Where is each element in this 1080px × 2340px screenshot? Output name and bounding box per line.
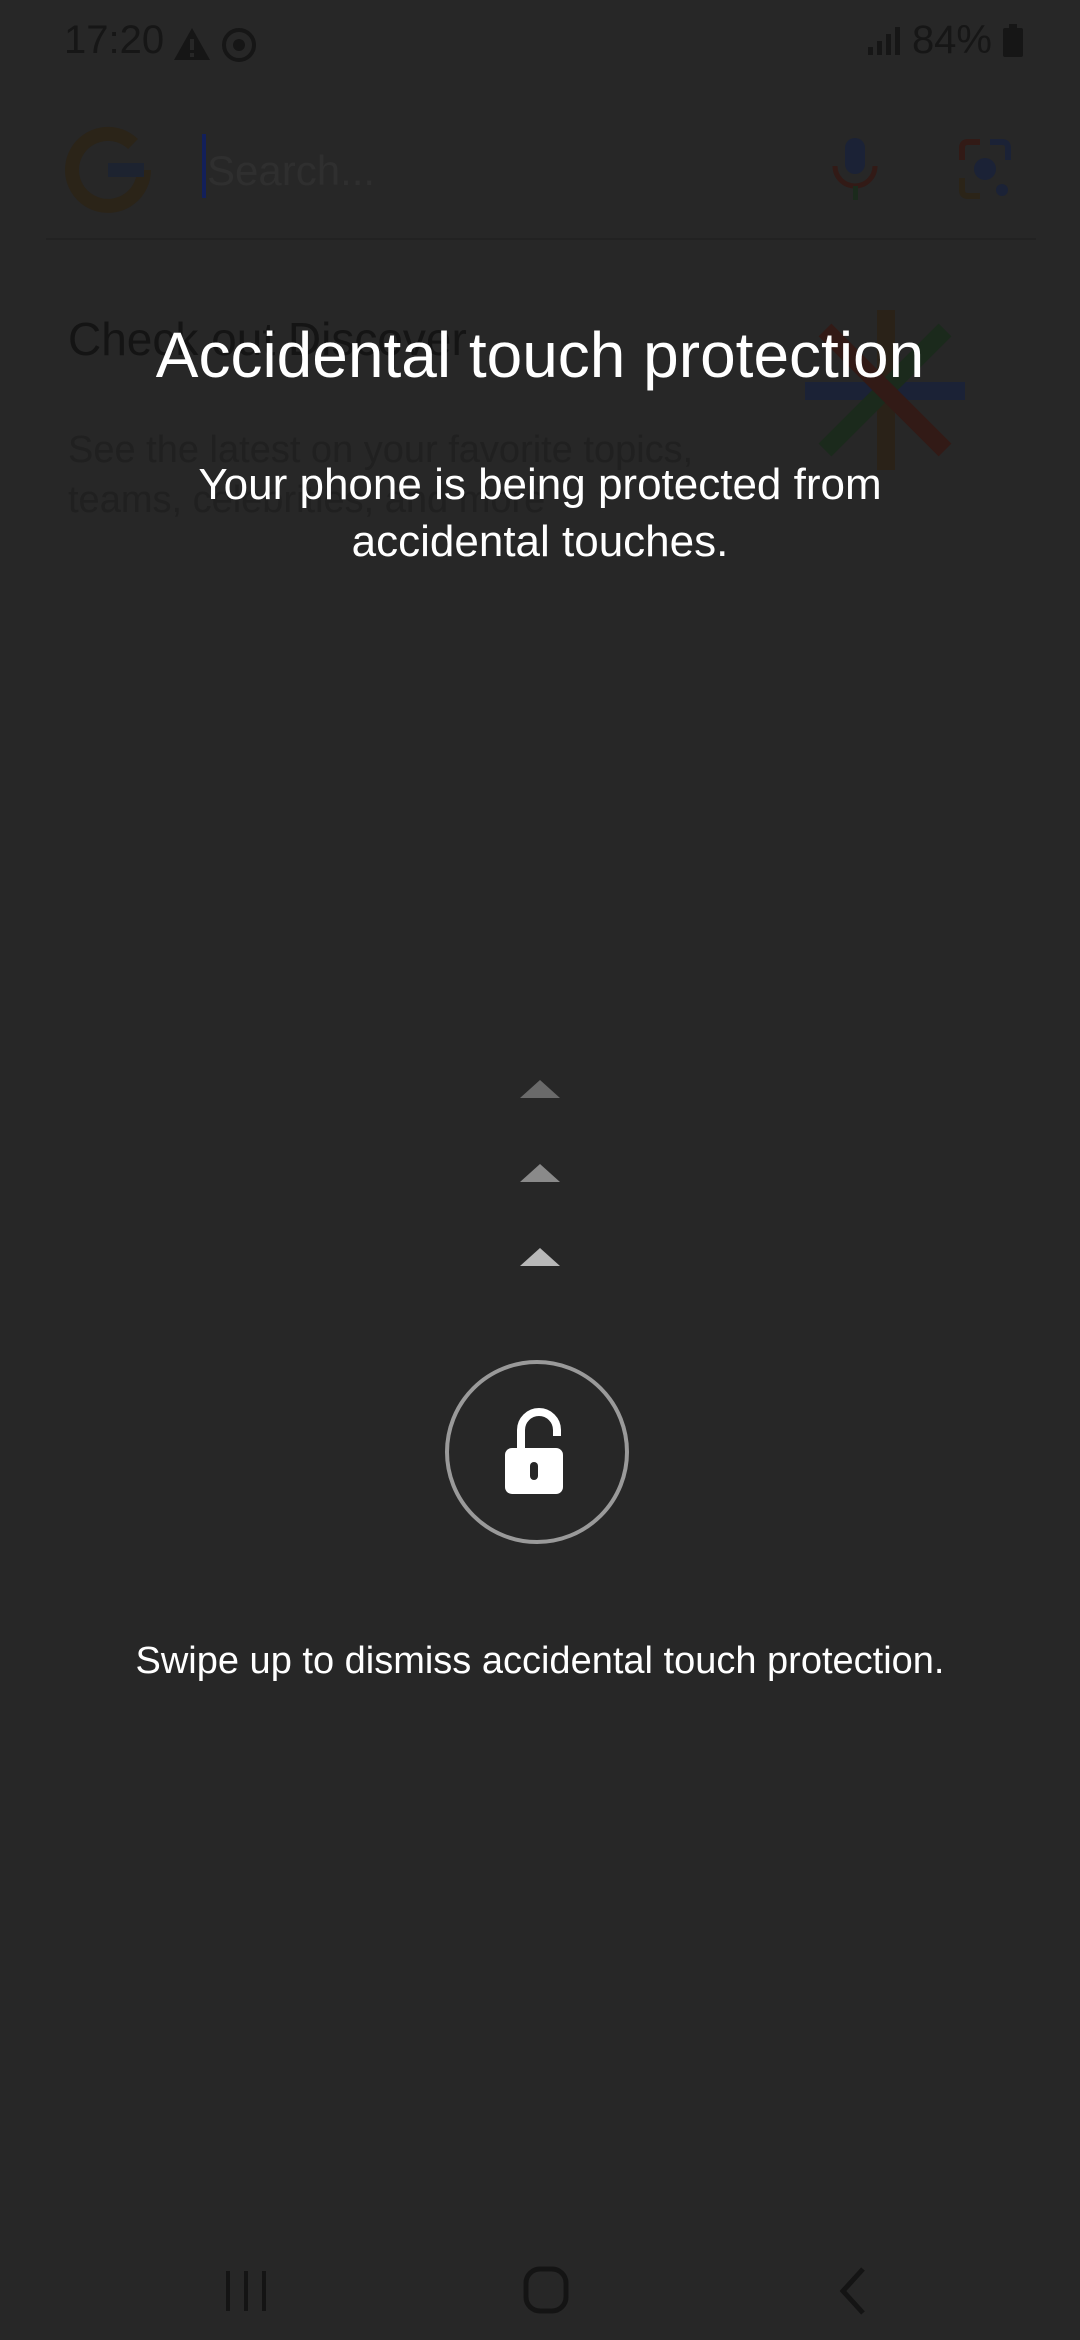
google-logo [65,126,151,213]
chevron-up-icon [520,1248,560,1266]
status-right: 84% [866,18,1024,63]
mic-icon[interactable] [820,130,890,210]
dismiss-hint: Swipe up to dismiss accidental touch pro… [135,1640,945,1682]
protection-title: Accidental touch protection [155,319,925,391]
recents-button[interactable] [190,2250,290,2330]
warning-icon [174,28,210,60]
status-bar: 17:20 84% [0,0,1080,90]
chevron-up-icon [520,1164,560,1182]
recents-icon [226,2271,266,2311]
status-time: 17:20 [64,18,165,62]
search-input[interactable] [205,130,809,212]
battery-percent: 84% [911,18,992,62]
unlock-button[interactable] [445,1360,629,1544]
signal-icon [867,26,900,55]
unlock-icon [505,1408,563,1494]
chrome-icon [222,28,256,62]
home-icon [523,2266,569,2314]
protection-message: Your phone is being protected from accid… [198,460,882,566]
lens-icon[interactable] [950,130,1020,210]
battery-icon [1003,23,1023,57]
back-button[interactable] [795,2250,895,2330]
chevron-up-icon [520,1080,560,1098]
nav-bar [0,2240,1080,2340]
swipe-arrows [520,1080,560,1266]
search-bar [40,110,1040,240]
search-divider [46,238,1036,240]
home-button[interactable] [490,2250,590,2330]
back-icon [839,2267,865,2315]
